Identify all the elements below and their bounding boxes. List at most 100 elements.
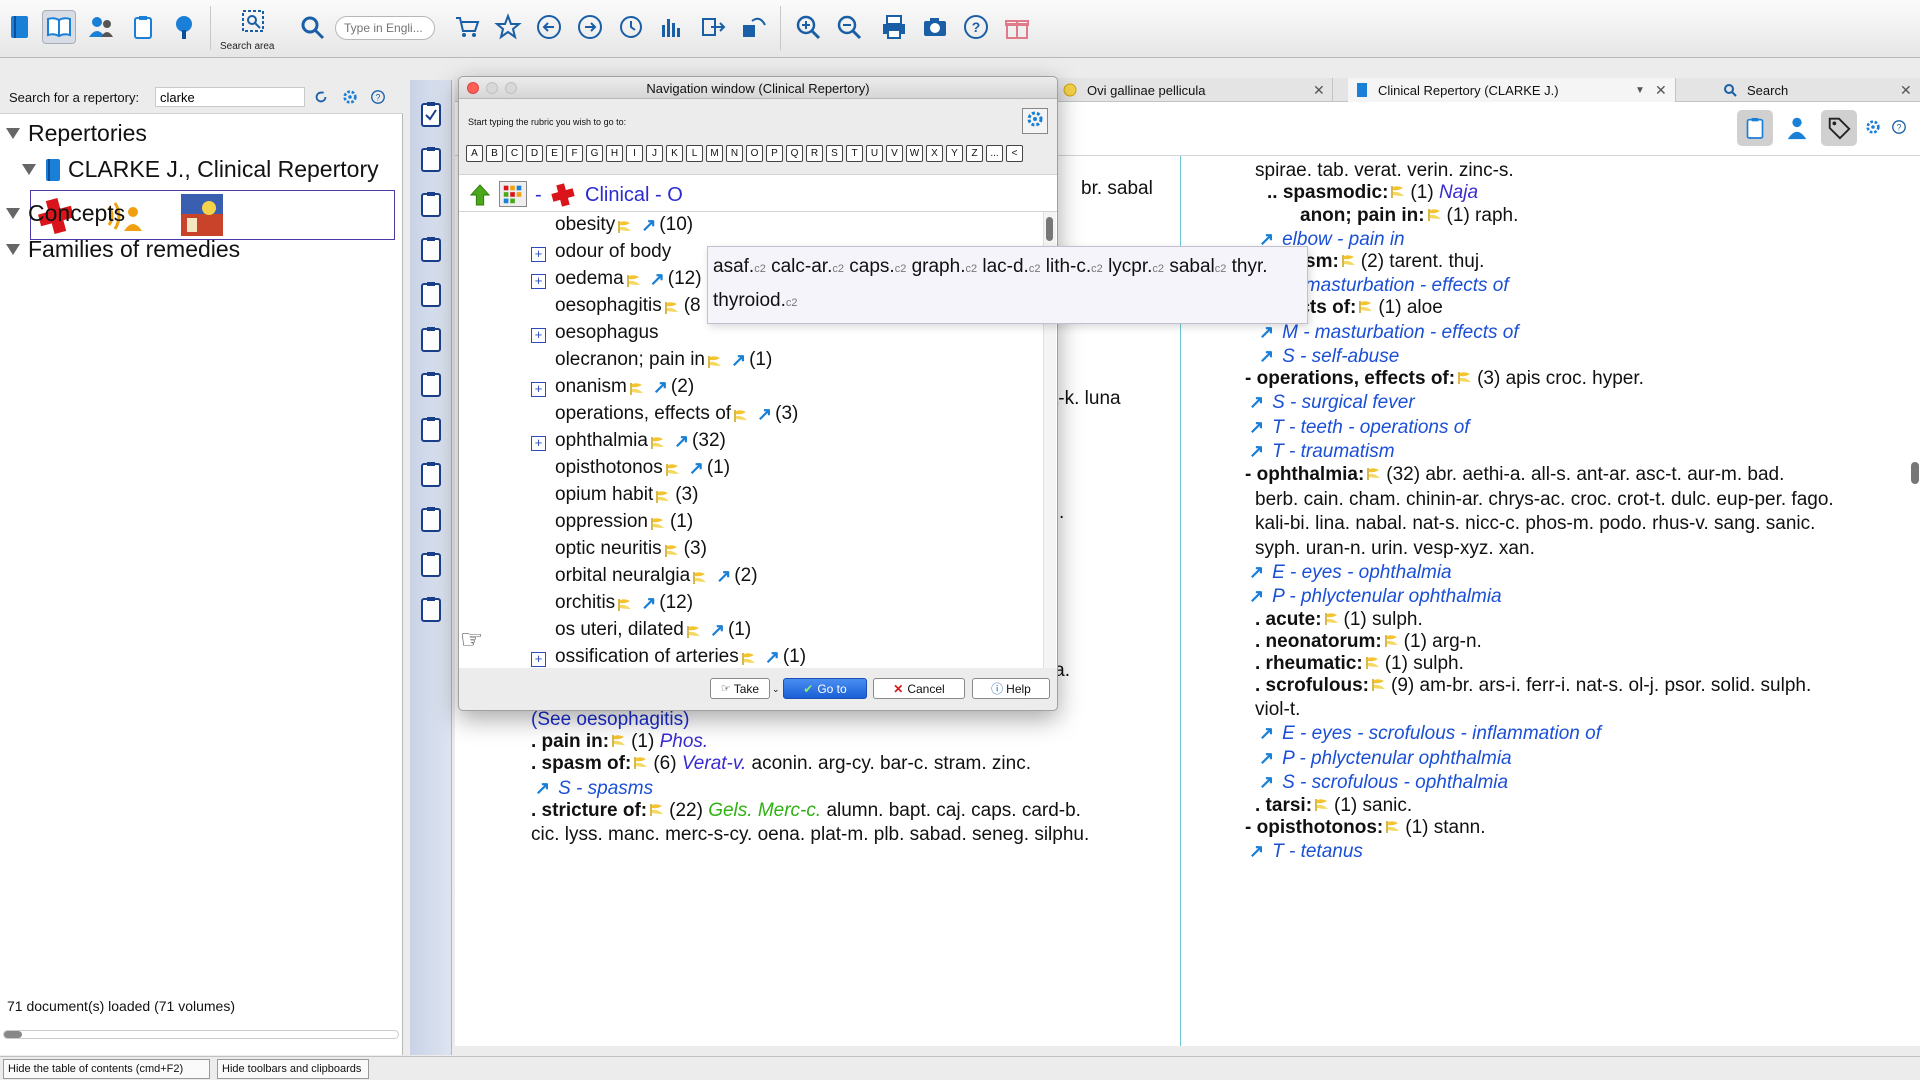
cross-reference-arrow-icon[interactable]: ↗ [716, 566, 731, 587]
letter-button[interactable]: M [706, 145, 723, 162]
tree-families[interactable]: Families of remedies [6, 236, 240, 263]
letter-button[interactable]: A [466, 145, 483, 162]
tree-clarke[interactable]: CLARKE J., Clinical Repertory [22, 156, 379, 183]
clipboard-icon[interactable] [420, 190, 442, 218]
cross-reference-arrow-icon[interactable]: ↗ [641, 215, 656, 236]
chart-grid-icon[interactable] [499, 181, 527, 207]
goto-button[interactable]: ✔ Go to [783, 678, 867, 699]
letter-button[interactable]: Q [786, 145, 803, 162]
clipboard-icon[interactable] [1737, 110, 1773, 146]
chart-icon[interactable] [655, 10, 689, 44]
tree-repertories[interactable]: Repertories [6, 120, 147, 147]
cross-reference-link[interactable]: ↗ S - surgical fever [1245, 392, 1415, 414]
clipboard-icon[interactable] [420, 550, 442, 578]
cross-reference-link[interactable]: ↗ T - traumatism [1245, 441, 1395, 463]
rubric-item[interactable]: oesophagitis (8 [555, 295, 701, 317]
cancel-button[interactable]: ✕ Cancel [873, 678, 965, 699]
expand-triangle-icon[interactable] [6, 244, 20, 255]
clipboard-icon[interactable] [420, 505, 442, 533]
rubric-item[interactable]: opium habit (3) [555, 484, 698, 506]
camera-icon[interactable] [918, 10, 952, 44]
rubric-item[interactable]: obesity ↗ (10) [555, 214, 693, 236]
magnifier-icon[interactable] [295, 10, 329, 44]
cross-reference-link[interactable]: ↗ E - eyes - scrofulous - inflammation of [1255, 723, 1601, 745]
cross-reference-arrow-icon[interactable]: ↗ [765, 647, 780, 668]
people-icon[interactable] [84, 10, 118, 44]
cross-reference-link[interactable]: ↗ P - phlyctenular ophthalmia [1245, 586, 1502, 608]
cart-icon[interactable] [450, 10, 484, 44]
letter-button[interactable]: D [526, 145, 543, 162]
letter-button[interactable]: O [746, 145, 763, 162]
gear-icon[interactable] [1865, 119, 1881, 140]
letter-button[interactable]: ... [986, 145, 1003, 162]
clipboard-icon[interactable] [420, 370, 442, 398]
refresh-icon[interactable] [312, 88, 330, 106]
vertical-scrollbar[interactable] [1911, 462, 1919, 484]
rubric-item[interactable]: operations, effects of ↗ (3) [555, 403, 798, 425]
chevron-down-icon[interactable]: ⌄ [772, 684, 780, 695]
rubric-item[interactable]: onanism ↗ (2) [555, 376, 694, 398]
tab-search[interactable]: Search ✕ [1715, 78, 1920, 102]
help-icon[interactable]: ? [959, 10, 993, 44]
letter-button[interactable]: < [1006, 145, 1023, 162]
expand-triangle-icon[interactable] [6, 208, 20, 219]
horizontal-scrollbar[interactable] [3, 1030, 399, 1039]
clipboard-icon[interactable] [420, 280, 442, 308]
cross-reference-arrow-icon[interactable]: ↗ [731, 350, 746, 371]
print-icon[interactable] [877, 10, 911, 44]
tag-icon[interactable] [1821, 110, 1857, 146]
crumb-text[interactable]: Clinical - O [585, 184, 683, 207]
rubric-item[interactable]: ossification of arteries ↗ (1) [555, 646, 806, 668]
expand-triangle-icon[interactable] [22, 164, 36, 175]
help-icon[interactable]: ? [1891, 119, 1907, 140]
rubric-item[interactable]: optic neuritis (3) [555, 538, 707, 560]
expand-plus-icon[interactable]: + [531, 247, 546, 262]
expand-plus-icon[interactable]: + [531, 652, 546, 667]
letter-button[interactable]: E [546, 145, 563, 162]
clipboard-icon[interactable] [420, 145, 442, 173]
letter-button[interactable]: F [566, 145, 583, 162]
gear-icon[interactable] [341, 88, 359, 106]
history-icon[interactable] [614, 10, 648, 44]
search-area-icon[interactable] [236, 4, 270, 38]
zoom-out-icon[interactable] [832, 10, 866, 44]
close-icon[interactable]: ✕ [1900, 82, 1912, 99]
clipboard-icon[interactable] [126, 10, 160, 44]
rubric-item[interactable]: oedema ↗ (12) [555, 268, 702, 290]
rubric-item[interactable]: odour of body [555, 241, 671, 263]
letter-button[interactable]: L [686, 145, 703, 162]
hide-toc-button[interactable]: Hide the table of contents (cmd+F2) [3, 1059, 210, 1079]
open-book-icon[interactable] [42, 10, 76, 44]
letter-button[interactable]: V [886, 145, 903, 162]
forward-arrow-icon[interactable] [573, 10, 607, 44]
export-icon[interactable] [696, 10, 730, 44]
letter-button[interactable]: I [626, 145, 643, 162]
clipboard-checked-icon[interactable] [420, 100, 442, 128]
clipboard-icon[interactable] [420, 415, 442, 443]
back-arrow-icon[interactable] [532, 10, 566, 44]
star-icon[interactable] [491, 10, 525, 44]
hide-toolbars-button[interactable]: Hide toolbars and clipboards [217, 1059, 369, 1079]
rubric-item[interactable]: ophthalmia ↗ (32) [555, 430, 726, 452]
cross-reference-arrow-icon[interactable]: ↗ [710, 620, 725, 641]
landscape-image-icon[interactable] [181, 194, 223, 241]
rubric-item[interactable]: opisthotonos ↗ (1) [555, 457, 730, 479]
repertory-search-input[interactable] [155, 87, 305, 107]
help-button[interactable]: ⓘ Help [972, 678, 1050, 699]
letter-button[interactable]: T [846, 145, 863, 162]
expand-plus-icon[interactable]: + [531, 274, 546, 289]
clipboard-icon[interactable] [420, 325, 442, 353]
cross-reference-arrow-icon[interactable]: ↗ [674, 431, 689, 452]
letter-button[interactable]: C [506, 145, 523, 162]
rubric-item[interactable]: olecranon; pain in ↗ (1) [555, 349, 772, 371]
cross-reference-arrow-icon[interactable]: ↗ [757, 404, 772, 425]
language-search-input[interactable] [335, 16, 435, 40]
cross-reference-link[interactable]: ↗ S - self-abuse [1255, 346, 1399, 368]
expand-plus-icon[interactable]: + [531, 382, 546, 397]
letter-button[interactable]: W [906, 145, 923, 162]
letter-button[interactable]: P [766, 145, 783, 162]
tree-icon[interactable] [167, 10, 201, 44]
rubric-item[interactable]: os uteri, dilated ↗ (1) [555, 619, 751, 641]
letter-button[interactable]: S [826, 145, 843, 162]
letter-button[interactable]: N [726, 145, 743, 162]
